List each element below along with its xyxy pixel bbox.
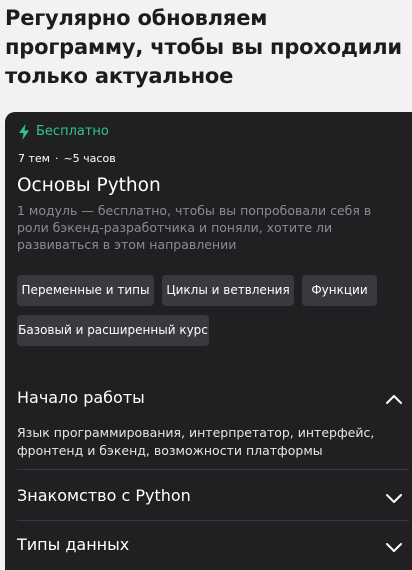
page: Регулярно обновляем программу, чтобы вы … — [0, 0, 412, 570]
section-start-title[interactable]: Начало работы — [17, 387, 145, 409]
divider — [17, 520, 409, 521]
course-duration: ~5 часов — [63, 152, 116, 165]
course-meta: 7 тем · ~5 часов — [18, 151, 116, 167]
chevron-down-icon[interactable] — [385, 492, 403, 504]
section-datatypes-title[interactable]: Типы данных — [17, 534, 129, 556]
section-intro-title[interactable]: Знакомство с Python — [17, 485, 191, 507]
section-start-text: Язык программирования, интерпретатор, ин… — [17, 425, 375, 458]
lightning-icon — [19, 124, 29, 140]
meta-separator: · — [54, 152, 59, 165]
free-badge: Бесплатно — [18, 122, 109, 142]
tag-loops[interactable]: Циклы и ветвления — [162, 275, 294, 306]
tag-functions[interactable]: Функции — [302, 275, 377, 306]
topics-count: 7 тем — [18, 152, 50, 165]
course-card: Бесплатно 7 тем · ~5 часов Основы Python 1… — [5, 112, 412, 570]
chevron-down-icon[interactable] — [385, 541, 403, 553]
course-description: 1 модуль — бесплатно, чтобы вы попробова… — [17, 203, 372, 252]
free-badge-label: Бесплатно — [36, 124, 109, 139]
course-title: Основы Python — [17, 175, 161, 196]
section-heading: Регулярно обновляем программу, чтобы вы … — [5, 6, 402, 88]
tag-variables[interactable]: Переменные и типы — [17, 275, 154, 306]
divider — [17, 469, 409, 470]
tag-basic-advanced[interactable]: Базовый и расширенный курс — [17, 315, 209, 346]
chevron-up-icon[interactable] — [385, 393, 403, 405]
